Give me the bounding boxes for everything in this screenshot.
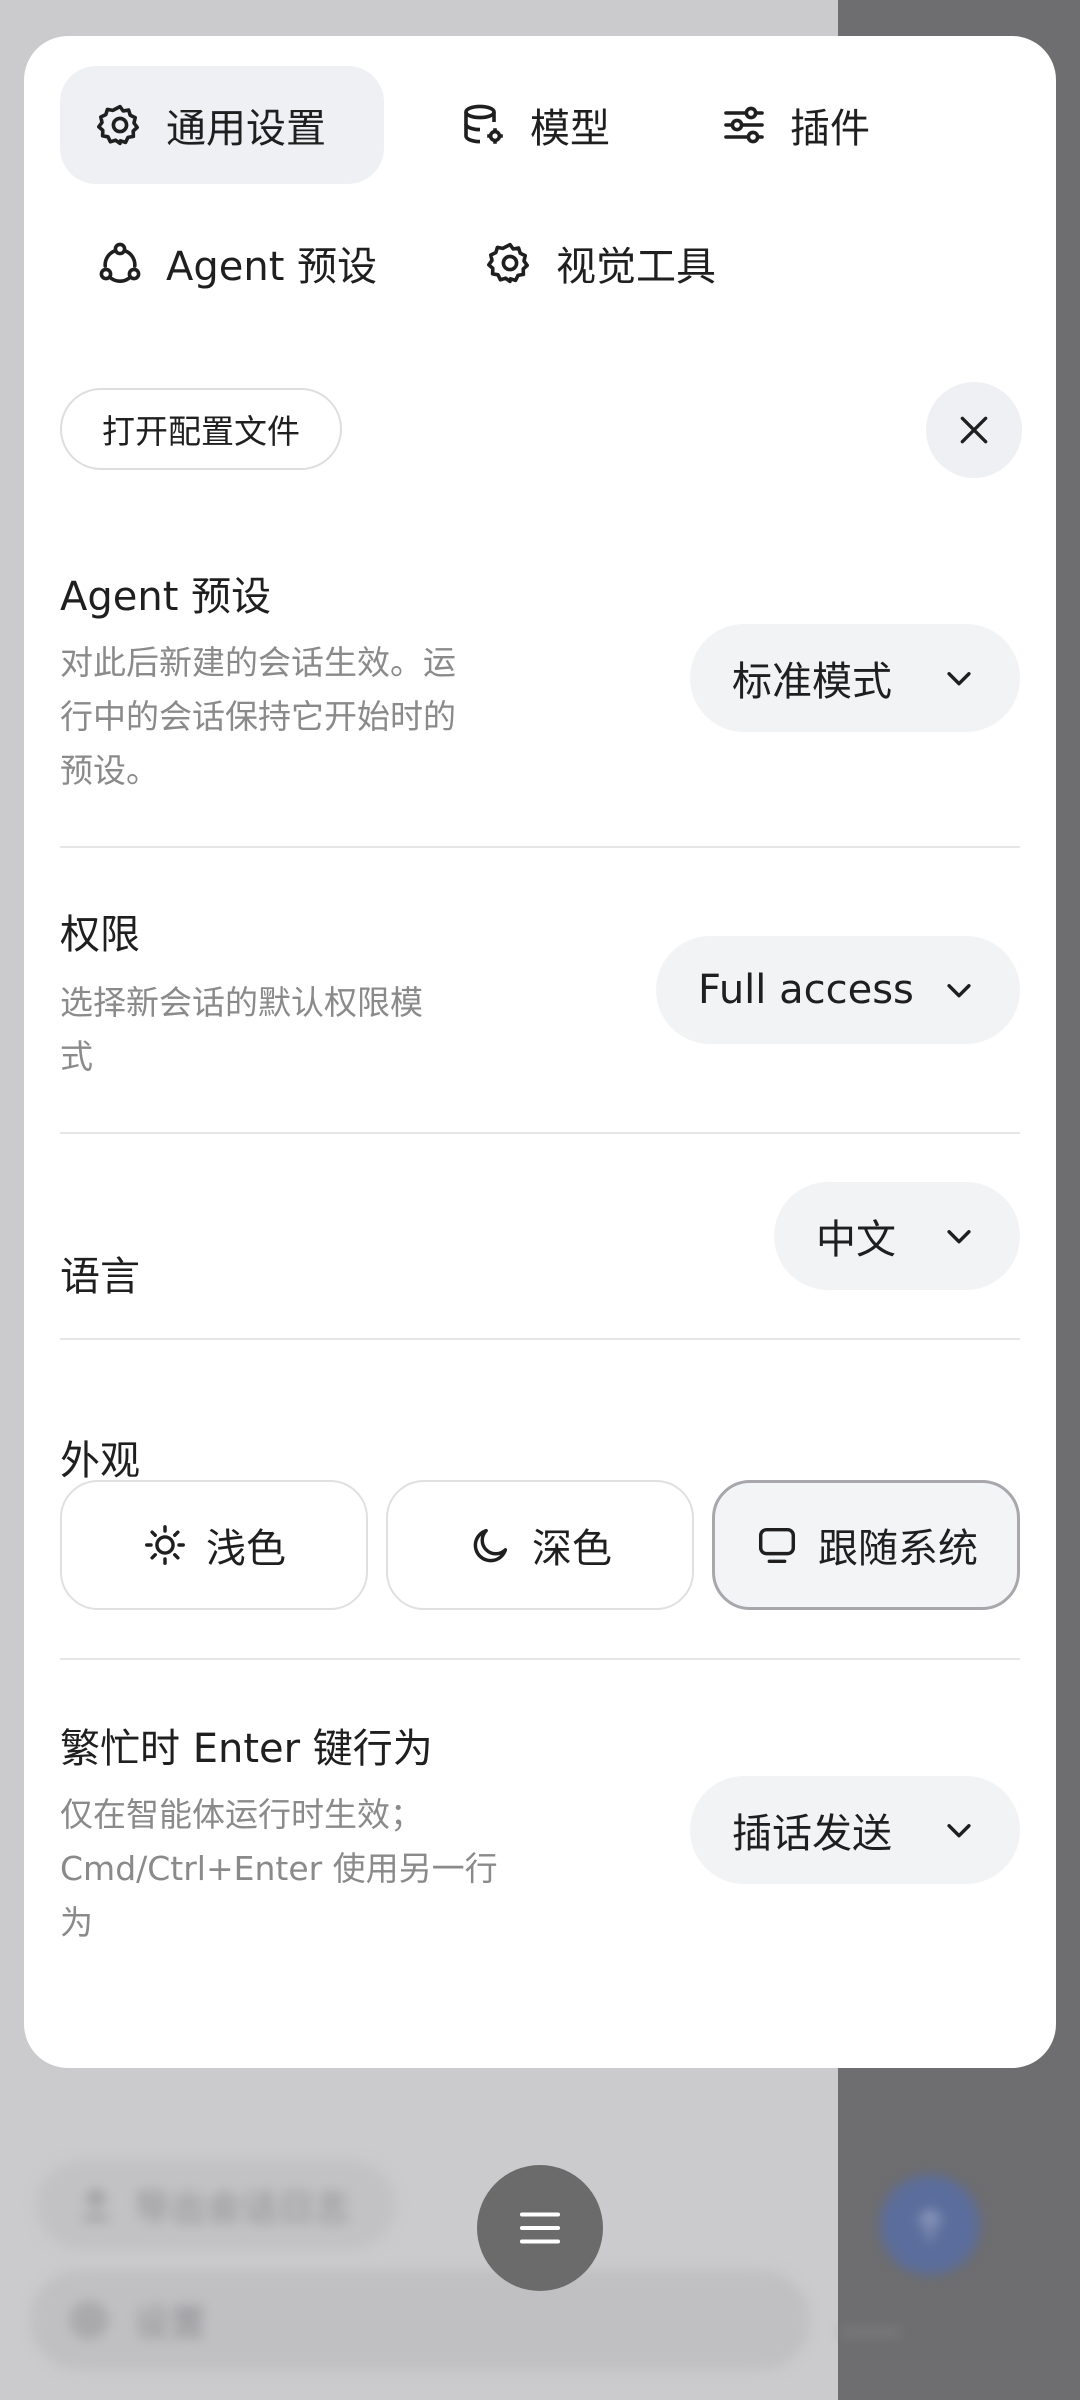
background-send-button: [880, 2175, 980, 2275]
tab-label: 插件: [790, 106, 870, 152]
chevron-down-icon: [947, 672, 971, 686]
divider: [60, 1658, 1020, 1660]
background-divider: [840, 2330, 900, 2334]
upload-icon: [82, 2188, 110, 2221]
divider: [60, 1338, 1020, 1340]
language-value: 中文: [816, 1217, 896, 1263]
sun-icon: [145, 1525, 185, 1565]
close-icon: [960, 416, 988, 444]
gear-icon: [71, 2302, 107, 2338]
close-button[interactable]: [926, 382, 1022, 478]
permission-value: Full access: [698, 967, 914, 1013]
settings-panel: 通用设置 模型 插件 Agent 预设 视觉工具 打开配置文件 Agent 预设…: [24, 36, 1056, 2068]
theme-light-label: 浅色: [206, 1526, 286, 1572]
theme-dark-button[interactable]: 深色: [386, 1480, 694, 1610]
agent-preset-select[interactable]: 标准模式: [690, 624, 1020, 732]
theme-system-button[interactable]: 跟随系统: [712, 1480, 1020, 1610]
menu-button[interactable]: [477, 2165, 603, 2291]
tab-vision-tools[interactable]: 视觉工具: [450, 204, 780, 322]
monitor-icon: [758, 1527, 796, 1564]
tab-label: 视觉工具: [556, 244, 716, 290]
tab-label: Agent 预设: [166, 244, 378, 290]
permission-select[interactable]: Full access: [656, 936, 1020, 1044]
open-config-file-button[interactable]: 打开配置文件: [60, 388, 342, 470]
agent-preset-title: Agent 预设: [60, 574, 272, 620]
hamburger-menu-icon: [519, 2212, 561, 2244]
tab-agent-presets[interactable]: Agent 预设: [60, 204, 430, 322]
tab-label: 模型: [530, 106, 610, 152]
busy-enter-value: 插话发送: [732, 1811, 892, 1857]
permission-description: 选择新会话的默认权限模 式: [60, 983, 423, 1076]
busy-enter-description: 仅在智能体运行时生效； Cmd/Ctrl+Enter 使用另一行 为: [60, 1795, 498, 1942]
agent-preset-description: 对此后新建的会话生效。运 行中的会话保持它开始时的 预设。: [60, 643, 456, 790]
gear-icon: [487, 242, 529, 284]
moon-icon: [473, 1528, 508, 1563]
permission-title: 权限: [60, 912, 140, 958]
tab-general-settings[interactable]: 通用设置: [60, 66, 384, 184]
divider: [60, 846, 1020, 848]
tab-label: 通用设置: [166, 106, 326, 152]
theme-dark-label: 深色: [532, 1526, 612, 1572]
theme-light-button[interactable]: 浅色: [60, 1480, 368, 1610]
language-title: 语言: [60, 1254, 140, 1300]
busy-enter-title: 繁忙时 Enter 键行为: [60, 1726, 433, 1772]
database-gear-icon: [464, 104, 503, 144]
busy-enter-select[interactable]: 插话发送: [690, 1776, 1020, 1884]
gear-icon: [97, 104, 139, 146]
chevron-down-icon: [947, 984, 971, 998]
chevron-down-icon: [947, 1824, 971, 1838]
background-export-button: 导出会话日志: [36, 2160, 396, 2250]
agent-preset-value: 标准模式: [732, 659, 892, 705]
chevron-down-icon: [947, 1230, 971, 1244]
background-settings-label: 设置: [134, 2303, 207, 2344]
sliders-icon: [724, 106, 764, 144]
background-export-label: 导出会话日志: [134, 2188, 351, 2229]
arrow-up-icon: [917, 2208, 943, 2240]
tab-plugins[interactable]: 插件: [684, 66, 914, 184]
divider: [60, 1132, 1020, 1134]
appearance-title: 外观: [60, 1438, 140, 1484]
background-settings-button: 设置: [30, 2270, 810, 2370]
tab-models[interactable]: 模型: [424, 66, 654, 184]
language-select[interactable]: 中文: [774, 1182, 1020, 1290]
agent-icon: [99, 242, 141, 283]
theme-system-label: 跟随系统: [818, 1526, 978, 1572]
